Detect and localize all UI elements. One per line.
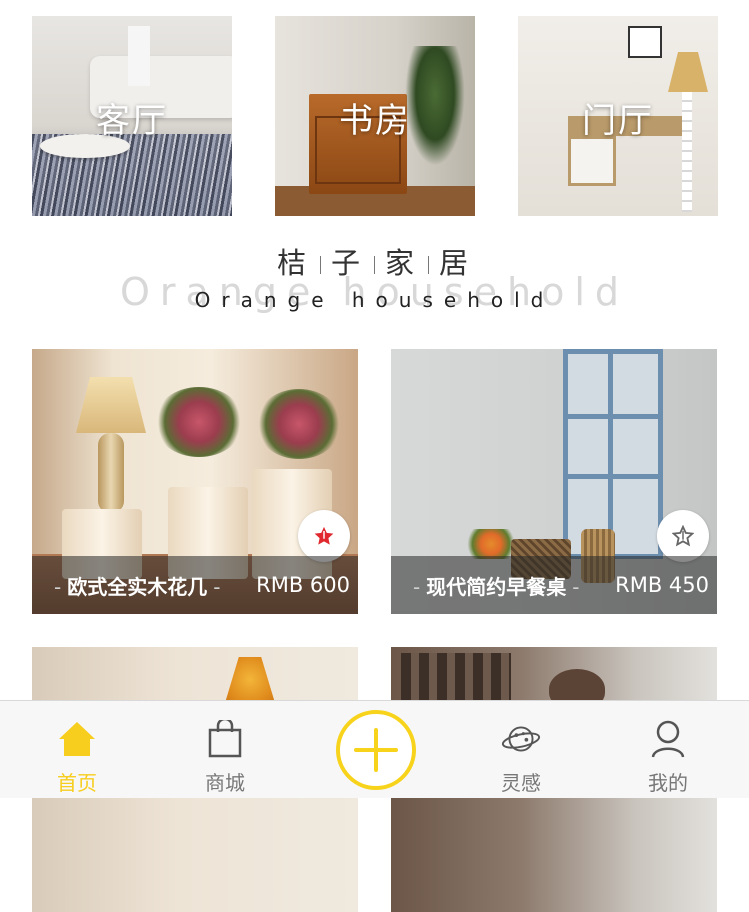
star-icon	[314, 526, 334, 545]
tab-label: 首页	[57, 771, 97, 795]
room-tile-living-room[interactable]: 客厅	[32, 16, 232, 216]
product-card[interactable]: - 现代简约早餐桌 - RMB 450	[391, 349, 717, 614]
tab-label: 灵感	[501, 771, 541, 795]
tab-profile[interactable]: 我的	[613, 701, 723, 799]
tab-inspiration[interactable]: 灵感	[466, 701, 576, 799]
room-label: 门厅	[582, 100, 654, 141]
product-name: 现代简约早餐桌	[426, 574, 567, 599]
product-name-wrap: - 欧式全实木花几 -	[54, 574, 221, 599]
favorite-button[interactable]	[298, 510, 350, 562]
plus-icon	[354, 728, 398, 772]
room-label: 客厅	[96, 100, 168, 141]
product-name-wrap: - 现代简约早餐桌 -	[413, 574, 580, 599]
product-price: RMB 450	[615, 573, 709, 597]
product-name: 欧式全实木花几	[67, 574, 208, 599]
star-outline-icon	[672, 525, 694, 547]
product-caption: - 欧式全实木花几 - RMB 600	[32, 556, 358, 614]
product-price: RMB 600	[256, 573, 350, 597]
home-icon	[57, 719, 97, 759]
favorite-button[interactable]	[657, 510, 709, 562]
shopping-bag-icon	[205, 719, 245, 759]
planet-icon	[501, 719, 541, 759]
room-tile-study[interactable]: 书房	[275, 16, 475, 216]
add-button[interactable]	[336, 710, 416, 790]
room-label: 书房	[339, 100, 411, 141]
tab-home[interactable]: 首页	[22, 701, 132, 799]
tab-label: 商城	[205, 771, 245, 795]
tab-mall[interactable]: 商城	[170, 701, 280, 799]
tab-label: 我的	[648, 771, 688, 795]
room-tile-hallway[interactable]: 门厅	[518, 16, 718, 216]
product-card[interactable]: - 欧式全实木花几 - RMB 600	[32, 349, 358, 614]
user-icon	[648, 719, 688, 759]
brand-english-subtitle: Orange household	[194, 288, 555, 312]
product-caption: - 现代简约早餐桌 - RMB 450	[391, 556, 717, 614]
